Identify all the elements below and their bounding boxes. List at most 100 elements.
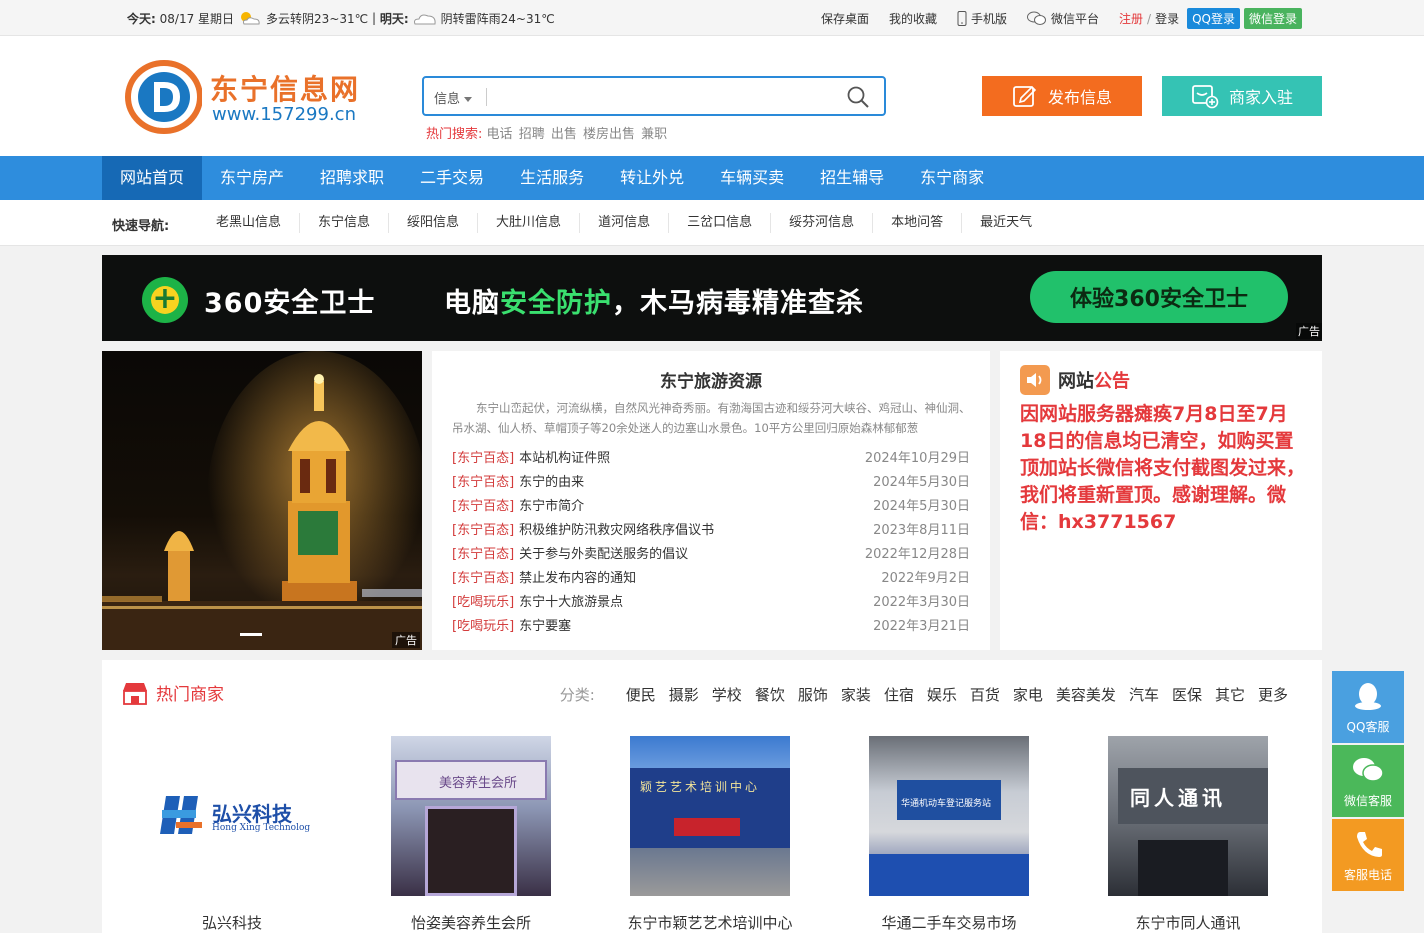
category-link[interactable]: 摄影 [669, 684, 699, 705]
category-link[interactable]: 家电 [1013, 684, 1043, 705]
wechat-login-button[interactable]: 微信登录 [1243, 8, 1302, 29]
chevron-down-icon [464, 97, 473, 102]
article-item[interactable]: [东宁百态] 积极维护防汛救灾网络秩序倡议书 2023年8月11日 [452, 519, 970, 543]
category-link[interactable]: 医保 [1172, 684, 1202, 705]
nav-item[interactable]: 招聘求职 [302, 156, 402, 200]
nav-item[interactable]: 生活服务 [502, 156, 602, 200]
article-title[interactable]: 关于参与外卖配送服务的倡议 [519, 547, 688, 562]
service-counter [869, 854, 1029, 896]
merchant-name[interactable]: 东宁市颖艺艺术培训中心 [610, 912, 810, 933]
article-title[interactable]: 东宁的由来 [519, 475, 584, 490]
nav-item[interactable]: 招生辅导 [802, 156, 902, 200]
article-item[interactable]: [吃喝玩乐] 东宁要塞 2022年3月21日 [452, 615, 970, 639]
article-category[interactable]: [东宁百态] [452, 547, 514, 562]
travel-title[interactable]: 东宁旅游资源 [432, 367, 990, 392]
mobile-link[interactable]: 手机版 [947, 10, 1017, 27]
category-link[interactable]: 更多 [1258, 684, 1288, 705]
article-title[interactable]: 本站机构证件照 [519, 451, 610, 466]
hot-keyword[interactable]: 出售 [551, 127, 577, 142]
quick-nav-item[interactable]: 大肚川信息 [478, 213, 581, 233]
article-category[interactable]: [东宁百态] [452, 475, 514, 490]
merchant-card[interactable]: 同人通讯 东宁市同人通讯 [1088, 736, 1288, 933]
qq-service-button[interactable]: QQ客服 [1332, 671, 1404, 743]
article-item[interactable]: [东宁百态] 关于参与外卖配送服务的倡议 2022年12月28日 [452, 543, 970, 567]
article-title[interactable]: 东宁十大旅游景点 [519, 595, 623, 610]
hot-keyword[interactable]: 电话 [487, 127, 513, 142]
article-category[interactable]: [东宁百态] [452, 571, 514, 586]
quick-nav-item[interactable]: 绥阳信息 [389, 213, 479, 233]
category-link[interactable]: 美容美发 [1056, 684, 1116, 705]
quick-nav-item[interactable]: 绥芬河信息 [771, 213, 874, 233]
wechat-service-button[interactable]: 微信客服 [1332, 745, 1404, 817]
tomorrow-weather: 阴转雷阵雨24~31℃ [440, 11, 555, 26]
hot-keyword[interactable]: 楼房出售 [583, 127, 635, 142]
article-category[interactable]: [吃喝玩乐] [452, 595, 514, 610]
site-logo[interactable]: 东宁信息网 www.157299.cn [124, 60, 384, 136]
hot-keyword[interactable]: 兼职 [641, 127, 667, 142]
favorites-link[interactable]: 我的收藏 [879, 10, 947, 27]
merchant-card[interactable]: 颖艺艺术培训中心 东宁市颖艺艺术培训中心 [610, 736, 810, 933]
nav-item[interactable]: 东宁房产 [202, 156, 302, 200]
quick-nav-item[interactable]: 老黑山信息 [198, 213, 301, 233]
merchant-card[interactable]: 美容养生会所 怡姿美容养生会所 [371, 736, 571, 933]
category-link[interactable]: 其它 [1215, 684, 1245, 705]
register-link[interactable]: 注册 [1119, 10, 1143, 27]
category-link[interactable]: 百货 [970, 684, 1000, 705]
category-link[interactable]: 服饰 [798, 684, 828, 705]
quick-nav-item[interactable]: 最近天气 [962, 213, 1050, 233]
quick-nav-item[interactable]: 东宁信息 [300, 213, 390, 233]
merchant-join-button[interactable]: 商家入驻 [1162, 76, 1322, 116]
featured-photo[interactable]: 广告 [102, 351, 422, 650]
category-link[interactable]: 汽车 [1129, 684, 1159, 705]
search-category-select[interactable]: 信息 [434, 88, 473, 107]
nav-item[interactable]: 网站首页 [102, 156, 203, 200]
article-title[interactable]: 东宁要塞 [519, 619, 571, 634]
nav-item[interactable]: 车辆买卖 [702, 156, 802, 200]
wechat-platform-link[interactable]: 微信平台 [1017, 10, 1109, 27]
login-link[interactable]: 登录 [1155, 10, 1179, 27]
category-link[interactable]: 家装 [841, 684, 871, 705]
article-item[interactable]: [吃喝玩乐] 东宁十大旅游景点 2022年3月30日 [452, 591, 970, 615]
search-icon[interactable] [846, 85, 870, 109]
hot-keyword[interactable]: 招聘 [519, 127, 545, 142]
wechat-icon [1353, 758, 1384, 782]
category-link[interactable]: 娱乐 [927, 684, 957, 705]
article-title[interactable]: 东宁市简介 [519, 499, 584, 514]
merchant-card[interactable]: 弘兴科技 Hong Xing Technolog 弘兴科技 [132, 736, 332, 933]
article-title[interactable]: 积极维护防汛救灾网络秩序倡议书 [519, 523, 714, 538]
article-item[interactable]: [东宁百态] 东宁的由来 2024年5月30日 [452, 471, 970, 495]
publish-button[interactable]: 发布信息 [982, 76, 1142, 116]
article-item[interactable]: [东宁百态] 东宁市简介 2024年5月30日 [452, 495, 970, 519]
quick-nav-item[interactable]: 本地问答 [873, 213, 963, 233]
search-input[interactable] [492, 82, 832, 110]
auth-links: 注册 / 登录 [1109, 10, 1183, 27]
quick-nav-item[interactable]: 道河信息 [580, 213, 670, 233]
article-link: [吃喝玩乐] 东宁要塞 [452, 615, 571, 639]
merchant-name[interactable]: 怡姿美容养生会所 [371, 912, 571, 933]
merchant-name[interactable]: 华通二手车交易市场 [849, 912, 1049, 933]
article-title[interactable]: 禁止发布内容的通知 [519, 571, 636, 586]
category-link[interactable]: 便民 [626, 684, 656, 705]
category-link[interactable]: 学校 [712, 684, 742, 705]
nav-item[interactable]: 东宁商家 [902, 156, 1002, 200]
merchant-name[interactable]: 东宁市同人通讯 [1088, 912, 1288, 933]
article-item[interactable]: [东宁百态] 禁止发布内容的通知 2022年9月2日 [452, 567, 970, 591]
article-category[interactable]: [吃喝玩乐] [452, 619, 514, 634]
qq-login-button[interactable]: QQ登录 [1187, 8, 1240, 29]
category-link[interactable]: 住宿 [884, 684, 914, 705]
nav-item[interactable]: 二手交易 [402, 156, 502, 200]
ad-banner[interactable]: 360安全卫士 电脑安全防护，木马病毒精准查杀 体验360安全卫士 广告 [102, 255, 1322, 341]
article-category[interactable]: [东宁百态] [452, 451, 514, 466]
category-link[interactable]: 餐饮 [755, 684, 785, 705]
article-category[interactable]: [东宁百态] [452, 499, 514, 514]
article-category[interactable]: [东宁百态] [452, 523, 514, 538]
save-desktop-link[interactable]: 保存桌面 [811, 10, 879, 27]
nav-item[interactable]: 转让外兑 [602, 156, 702, 200]
banner-cta-button[interactable]: 体验360安全卫士 [1030, 271, 1288, 323]
quick-nav-item[interactable]: 三岔口信息 [669, 213, 772, 233]
article-item[interactable]: [东宁百态] 本站机构证件照 2024年10月29日 [452, 447, 970, 471]
merchant-card[interactable]: 华通机动车登记服务站 华通二手车交易市场 [849, 736, 1049, 933]
merchant-name[interactable]: 弘兴科技 [132, 912, 332, 933]
phone-service-button[interactable]: 客服电话 [1332, 819, 1404, 891]
carousel-indicator[interactable] [240, 633, 262, 636]
